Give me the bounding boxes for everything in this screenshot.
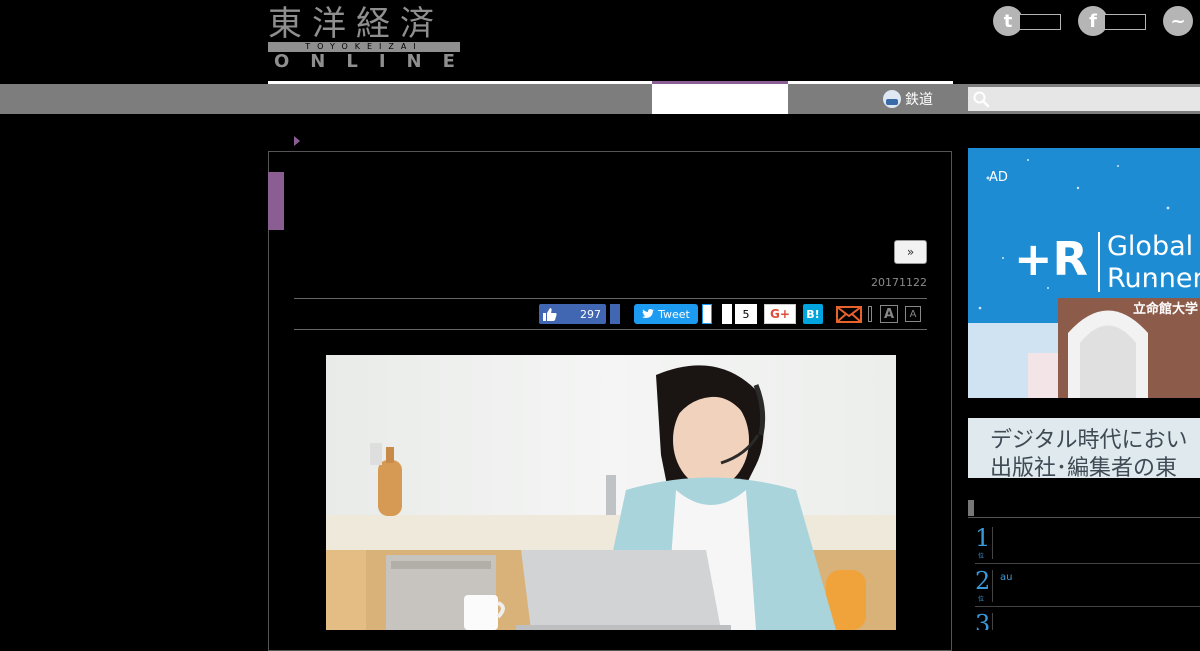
tweet-count-box (702, 304, 712, 324)
mail-icon[interactable] (836, 304, 862, 324)
site-logo[interactable]: 東洋経済 TOYOKEIZAI ONLINE (268, 4, 460, 71)
search-input[interactable] (968, 87, 1200, 111)
advertisement-banner[interactable]: AD +R Global Runner 立命館大学 (968, 148, 1200, 398)
rank-separator (992, 613, 993, 630)
thumbs-up-icon (543, 307, 557, 321)
rank-number: 1 (975, 524, 991, 552)
font-size-large-button[interactable]: A (880, 305, 898, 323)
article-date: 20171122 (871, 276, 927, 289)
facebook-follow[interactable]: f (1078, 6, 1146, 36)
tweet-label: Tweet (658, 307, 690, 321)
rank-suffix: 位 (978, 553, 985, 560)
messenger-follow[interactable]: ~ (1163, 6, 1193, 36)
promo-line2: 出版社･編集者の東 (990, 456, 1178, 478)
font-size-small-button[interactable]: A (905, 306, 921, 322)
logo-kanji: 東洋経済 (268, 4, 444, 44)
ranking-header-mark (968, 500, 974, 516)
ad-mark: +R (1014, 232, 1088, 286)
nav-railway-label: 鉄道 (905, 92, 933, 108)
rank-number: 3 (975, 610, 991, 630)
facebook-count-box (1104, 14, 1146, 30)
train-icon (883, 90, 901, 108)
tweet-button[interactable]: Tweet (634, 304, 698, 324)
rank-suffix: 位 (978, 596, 985, 603)
twitter-follow[interactable]: t (993, 6, 1061, 36)
share-divider-bottom (294, 329, 927, 330)
nav-top-line (268, 81, 953, 84)
breadcrumb-arrow-icon (294, 136, 300, 146)
search-icon[interactable] (972, 90, 990, 108)
next-page-button[interactable]: » (894, 240, 927, 264)
ad-line1: Global (1107, 231, 1194, 262)
messenger-icon: ~ (1163, 6, 1193, 36)
promo-banner[interactable]: デジタル時代におい 出版社･編集者の東 (968, 418, 1200, 478)
ad-divider (1098, 232, 1100, 292)
ranking-item[interactable]: 1 位 (975, 523, 1200, 564)
ranking-item[interactable]: 2 位 au (975, 566, 1200, 607)
logo-online: ONLINE (274, 51, 476, 72)
section-label-bar (268, 172, 284, 230)
ranking-item[interactable]: 3 (975, 609, 1200, 630)
rank-separator (992, 570, 993, 602)
font-size-divider (868, 306, 872, 322)
article-photo (326, 355, 896, 630)
nav-tab-active[interactable] (652, 84, 788, 114)
facebook-share-button[interactable] (610, 304, 620, 324)
share-divider-top (294, 298, 927, 299)
rank-number: 2 (975, 567, 991, 595)
twitter-count-box (1019, 14, 1061, 30)
ad-label: AD (989, 170, 1008, 185)
like-count: 297 (580, 307, 601, 321)
ad-university: 立命館大学 (1133, 302, 1199, 317)
facebook-like-button[interactable]: 297 (539, 304, 606, 324)
ad-line2: Runner (1107, 263, 1200, 294)
twitter-bird-icon (642, 309, 655, 318)
hatena-bookmark-button[interactable]: B! (803, 304, 823, 324)
pocket-count: 5 (735, 304, 757, 324)
google-plus-button[interactable]: G+ (764, 304, 796, 324)
nav-tab-railway[interactable]: 鉄道 (883, 87, 933, 111)
pocket-button[interactable] (722, 304, 732, 324)
rank-title: au (1000, 572, 1013, 583)
rank-separator (992, 527, 993, 559)
ranking-header-line (968, 517, 1200, 518)
